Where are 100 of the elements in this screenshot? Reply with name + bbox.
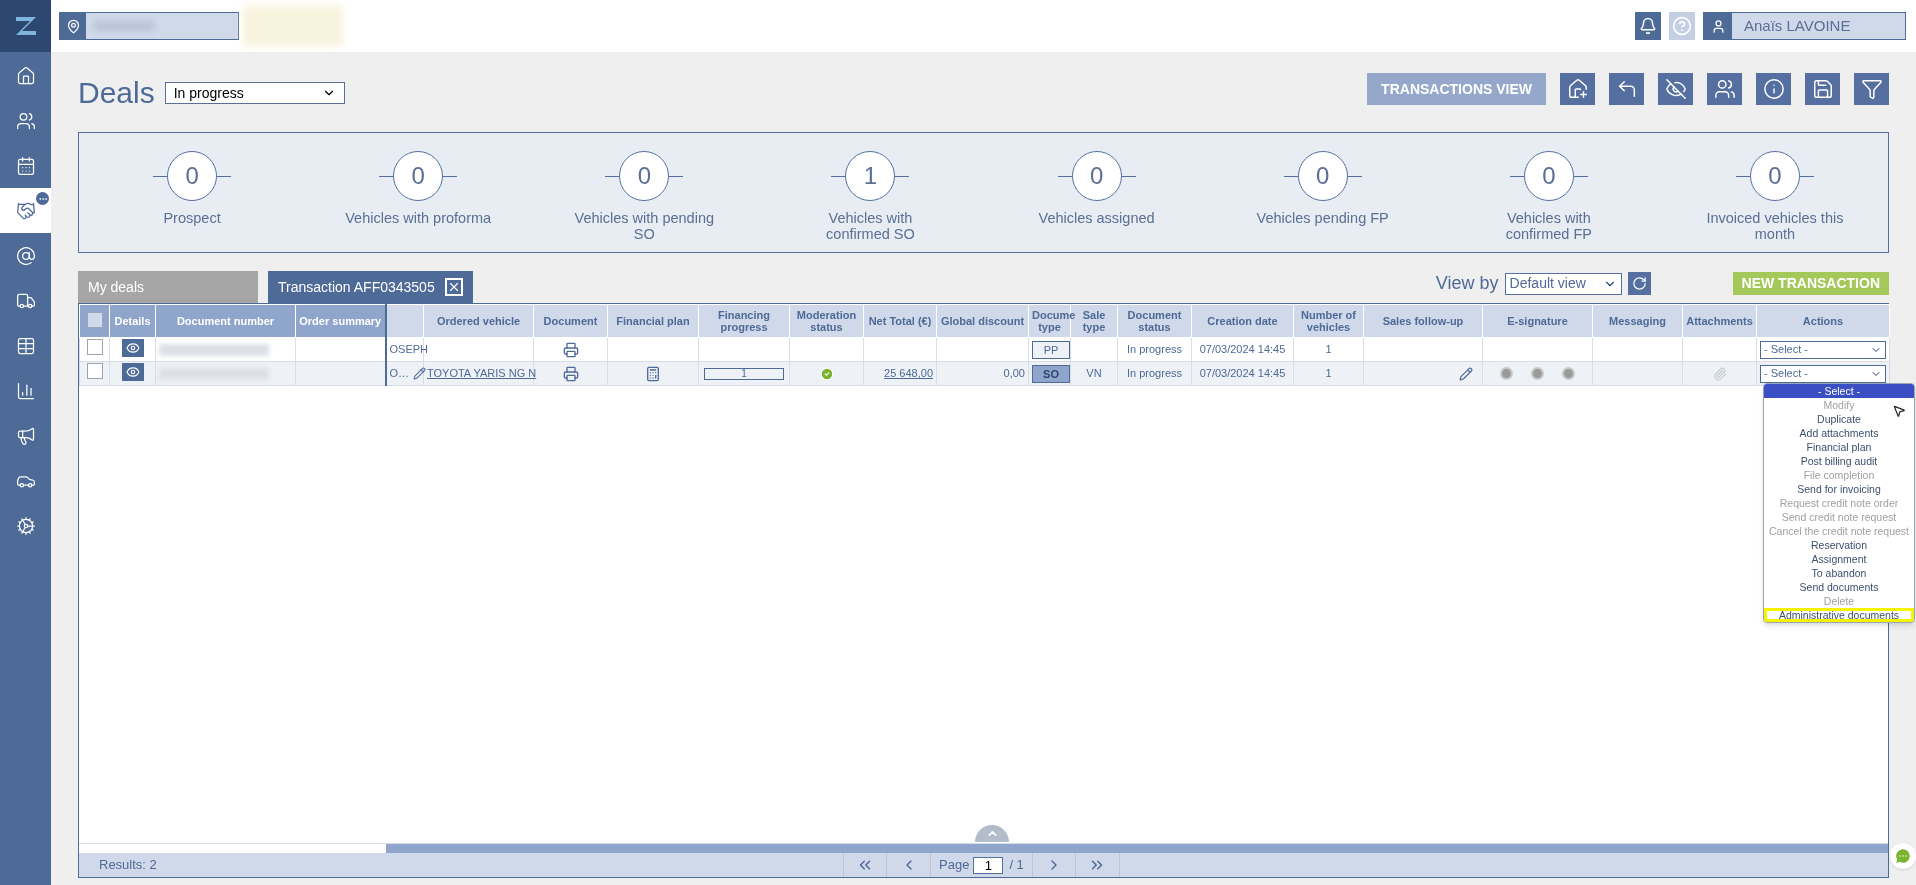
table-cell-text: In progress (1127, 367, 1182, 380)
back-button[interactable] (1609, 73, 1644, 105)
row-checkbox[interactable] (86, 339, 103, 356)
save-button[interactable] (1805, 73, 1840, 105)
calculator-icon[interactable] (645, 366, 661, 383)
printer-icon[interactable] (562, 366, 579, 383)
actions-select[interactable]: - Select - (1760, 364, 1886, 383)
eye-off-icon (1664, 78, 1687, 100)
first-page-button[interactable] (843, 853, 887, 877)
eye-icon (125, 341, 140, 356)
stat-count: 0 (1071, 151, 1122, 201)
details-button[interactable] (121, 363, 144, 382)
column-header: Details (109, 304, 156, 338)
dropdown-option[interactable]: Assignment (1764, 551, 1914, 566)
column-header: Ordered vehicle (423, 304, 534, 338)
dropdown-option[interactable]: Duplicate (1764, 411, 1914, 426)
dropdown-option[interactable]: Financial plan (1764, 439, 1914, 454)
horizontal-scrollbar[interactable] (79, 843, 1888, 853)
table-cell-text: 0,00 (1003, 367, 1025, 380)
printer-icon[interactable] (562, 342, 579, 359)
edit-icon[interactable] (1459, 366, 1473, 381)
view-by-label: View by (1435, 272, 1499, 295)
page-title: Deals (78, 74, 155, 111)
user-icon (1710, 18, 1726, 34)
at-sign-icon (15, 245, 36, 266)
column-header: Moderation status (789, 304, 864, 338)
vehicle-link[interactable]: TOYOTA YARIS NG N (427, 367, 537, 380)
tab[interactable]: Transaction AFF0343505 (268, 271, 473, 303)
table-icon (15, 335, 36, 356)
paperclip-icon[interactable] (1712, 367, 1727, 382)
table-cell-text: OSEPH (389, 343, 428, 356)
people-icon (1713, 78, 1736, 100)
stat-label: Prospect (163, 210, 221, 226)
close-icon[interactable] (444, 278, 463, 296)
stat-label: Invoiced vehicles this month (1705, 210, 1845, 242)
location-field[interactable] (59, 12, 239, 40)
location-pin-icon (65, 18, 81, 34)
actions-select[interactable]: - Select - (1760, 340, 1886, 359)
hide-button[interactable] (1658, 73, 1693, 105)
people-icon (15, 110, 36, 131)
row-checkbox[interactable] (86, 363, 103, 380)
dropdown-option[interactable]: Post billing audit (1764, 453, 1914, 468)
column-header: Actions (1756, 304, 1890, 338)
calendar-icon (15, 155, 36, 176)
column-header: Number of vehicles (1293, 304, 1364, 338)
stat-label: Vehicles with pending SO (573, 210, 716, 242)
stat-count: 0 (167, 151, 218, 201)
column-header: Document status (1117, 304, 1192, 338)
sidebar-item[interactable] (0, 188, 51, 233)
team-button[interactable] (1707, 73, 1742, 105)
table-cell-text: 1 (1325, 367, 1332, 380)
column-header: E-signature (1482, 304, 1593, 338)
stat-count: 1 (845, 151, 896, 201)
status-select[interactable]: In progress (164, 82, 345, 104)
dropdown-option[interactable]: - Select - (1764, 383, 1914, 398)
view-select[interactable]: Default view (1504, 272, 1622, 295)
stat-label: Vehicles pending FP (1256, 210, 1389, 226)
mouse-cursor-icon (1892, 403, 1906, 418)
house-icon (1566, 78, 1589, 100)
chat-button[interactable] (1890, 843, 1916, 869)
notifications-button[interactable] (1635, 12, 1661, 40)
column-header: Financial plan (607, 304, 699, 338)
stat-count: 0 (619, 151, 670, 201)
dropdown-option[interactable]: Send documents (1764, 579, 1914, 594)
dropdown-option[interactable]: Administrative documents (1764, 607, 1914, 622)
eye-icon (125, 365, 140, 380)
stat-count: 0 (393, 151, 444, 201)
chat-bubble-icon (1894, 847, 1912, 865)
page-field[interactable]: 1 (973, 856, 1004, 874)
user-menu[interactable]: Anaïs LAVOINE (1703, 12, 1906, 40)
progress-bar: 1 (704, 368, 784, 381)
edit-icon[interactable] (413, 367, 427, 380)
megaphone-icon (15, 425, 36, 446)
table-cell-text: VN (1086, 367, 1102, 380)
filter-button[interactable] (1854, 73, 1889, 105)
page-label: Page (939, 856, 970, 875)
table-cell-text: 07/03/2024 14:45 (1199, 367, 1286, 380)
doc-type-tag: PP (1032, 340, 1070, 359)
reset-view-button[interactable] (1627, 272, 1651, 295)
column-header: Document (533, 304, 608, 338)
dropdown-option[interactable]: To abandon (1764, 565, 1914, 580)
column-header: Net Total (€) (863, 304, 937, 338)
column-header: Creation date (1191, 304, 1294, 338)
dropdown-option[interactable]: Send for invoicing (1764, 481, 1914, 496)
user-name: Anaïs LAVOINE (1732, 13, 1905, 39)
table-cell-text: In progress (1127, 343, 1182, 356)
export-button[interactable] (1560, 73, 1595, 105)
info-icon (1762, 78, 1785, 100)
stat-label: Vehicles with confirmed FP (1504, 210, 1593, 242)
filter-icon (1860, 78, 1883, 100)
gear-icon (15, 515, 36, 536)
details-button[interactable] (121, 339, 144, 358)
refresh-icon (1631, 276, 1647, 291)
info-button[interactable] (1756, 73, 1791, 105)
handshake-icon (15, 200, 36, 221)
column-header: Sales follow-up (1363, 304, 1483, 338)
app-logo[interactable] (0, 0, 51, 52)
dropdown-option[interactable]: Reservation (1764, 537, 1914, 552)
column-header: Attachments (1682, 304, 1757, 338)
dropdown-option[interactable]: Add attachments (1764, 425, 1914, 440)
